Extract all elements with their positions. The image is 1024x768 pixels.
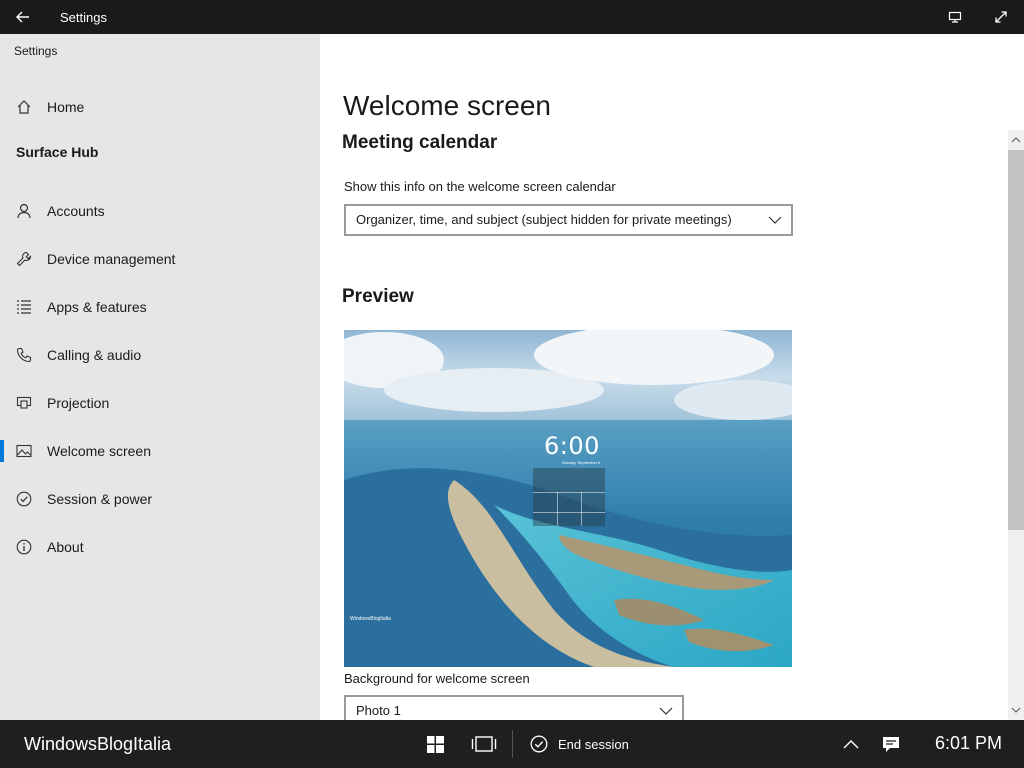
sidebar-item-about[interactable]: About <box>0 527 320 567</box>
sidebar-item-projection[interactable]: Projection <box>0 383 320 423</box>
sidebar-item-welcome-screen[interactable]: Welcome screen <box>0 431 320 471</box>
section-heading: Surface Hub <box>16 144 99 160</box>
scrollbar-thumb[interactable] <box>1008 150 1024 530</box>
sidebar-item-label: Projection <box>47 395 110 411</box>
person-icon <box>15 202 33 220</box>
background-value: Photo 1 <box>356 703 401 718</box>
calendar-tile-grid <box>533 468 605 526</box>
check-circle-icon <box>530 735 548 753</box>
action-center-button[interactable] <box>880 734 902 754</box>
chevron-down-icon <box>768 216 782 224</box>
end-session-button[interactable]: End session <box>530 734 629 754</box>
background-label: Background for welcome screen <box>344 671 530 686</box>
page-title: Welcome screen <box>343 90 552 121</box>
sidebar-app-label: Settings <box>14 44 58 58</box>
wrench-icon <box>15 250 33 268</box>
scroll-down-icon[interactable] <box>1011 706 1021 714</box>
home-icon <box>15 98 33 116</box>
sidebar-item-label: Device management <box>47 251 176 267</box>
sidebar-item-label: Calling & audio <box>47 347 142 363</box>
hub-owner-label: WindowsBlogItalia <box>24 734 172 754</box>
show-hidden-icons-button[interactable] <box>840 734 862 754</box>
start-button[interactable] <box>424 734 446 754</box>
sidebar: Settings Home Surface Hub Accounts Devic… <box>0 34 320 720</box>
end-session-label: End session <box>558 736 629 752</box>
task-view-icon <box>471 736 497 752</box>
switch-display-button[interactable] <box>946 8 964 26</box>
grid-line <box>557 492 558 526</box>
sidebar-item-label: About <box>47 539 84 555</box>
taskbar-clock[interactable]: 6:01 PM <box>935 733 1002 754</box>
meeting-calendar-heading: Meeting calendar <box>342 132 498 153</box>
chevron-up-icon <box>843 740 859 749</box>
sidebar-item-calling-audio[interactable]: Calling & audio <box>0 335 320 375</box>
phone-icon <box>15 346 33 364</box>
windows-logo-icon <box>426 735 444 753</box>
preview-clock: 6:00 <box>544 432 600 460</box>
sidebar-item-label: Welcome screen <box>47 443 152 459</box>
sidebar-item-session-power[interactable]: Session & power <box>0 479 320 519</box>
title-bar: Settings <box>0 0 1024 34</box>
sidebar-item-label: Apps & features <box>47 299 147 315</box>
welcome-screen-preview: 6:00 Sunday, September 6 WindowsBlogItal… <box>344 330 792 667</box>
back-button[interactable] <box>12 7 34 27</box>
sidebar-item-apps-features[interactable]: Apps & features <box>0 287 320 327</box>
taskbar: WindowsBlogItalia End session 6:01 PM <box>0 720 1024 768</box>
sidebar-item-label: Home <box>47 99 85 115</box>
calendar-info-value: Organizer, time, and subject (subject hi… <box>356 212 732 227</box>
main-content: Welcome screen Meeting calendar Show thi… <box>320 34 1024 720</box>
preview-heading: Preview <box>342 286 414 307</box>
preview-brand-label: WindowsBlogItalia <box>350 616 391 622</box>
list-icon <box>15 298 33 316</box>
preview-date: Sunday, September 6 <box>562 460 601 465</box>
sidebar-item-accounts[interactable]: Accounts <box>0 191 320 231</box>
message-icon <box>883 736 899 752</box>
selection-indicator <box>0 440 4 462</box>
sidebar-item-label: Accounts <box>47 203 105 219</box>
sidebar-item-device-management[interactable]: Device management <box>0 239 320 279</box>
check-circle-icon <box>15 490 33 508</box>
grid-line <box>533 492 605 493</box>
calendar-info-dropdown[interactable]: Organizer, time, and subject (subject hi… <box>344 204 793 236</box>
scroll-up-icon[interactable] <box>1011 136 1021 144</box>
background-dropdown[interactable]: Photo 1 <box>344 695 684 720</box>
calendar-info-label: Show this info on the welcome screen cal… <box>344 179 616 194</box>
info-icon <box>15 538 33 556</box>
chevron-down-icon <box>659 707 673 715</box>
image-icon <box>15 442 33 460</box>
back-arrow-icon <box>16 11 29 23</box>
display-swap-icon <box>948 11 962 23</box>
task-view-button[interactable] <box>471 734 497 754</box>
sidebar-item-label: Session & power <box>47 491 153 507</box>
window-title: Settings <box>60 10 107 25</box>
grid-line <box>581 492 582 526</box>
taskbar-separator <box>512 730 513 758</box>
expand-icon <box>995 11 1007 23</box>
expand-button[interactable] <box>992 8 1010 26</box>
sidebar-item-home[interactable]: Home <box>0 87 320 127</box>
grid-line <box>533 512 605 513</box>
vertical-scrollbar[interactable] <box>1008 130 1024 720</box>
projection-icon <box>15 394 33 412</box>
